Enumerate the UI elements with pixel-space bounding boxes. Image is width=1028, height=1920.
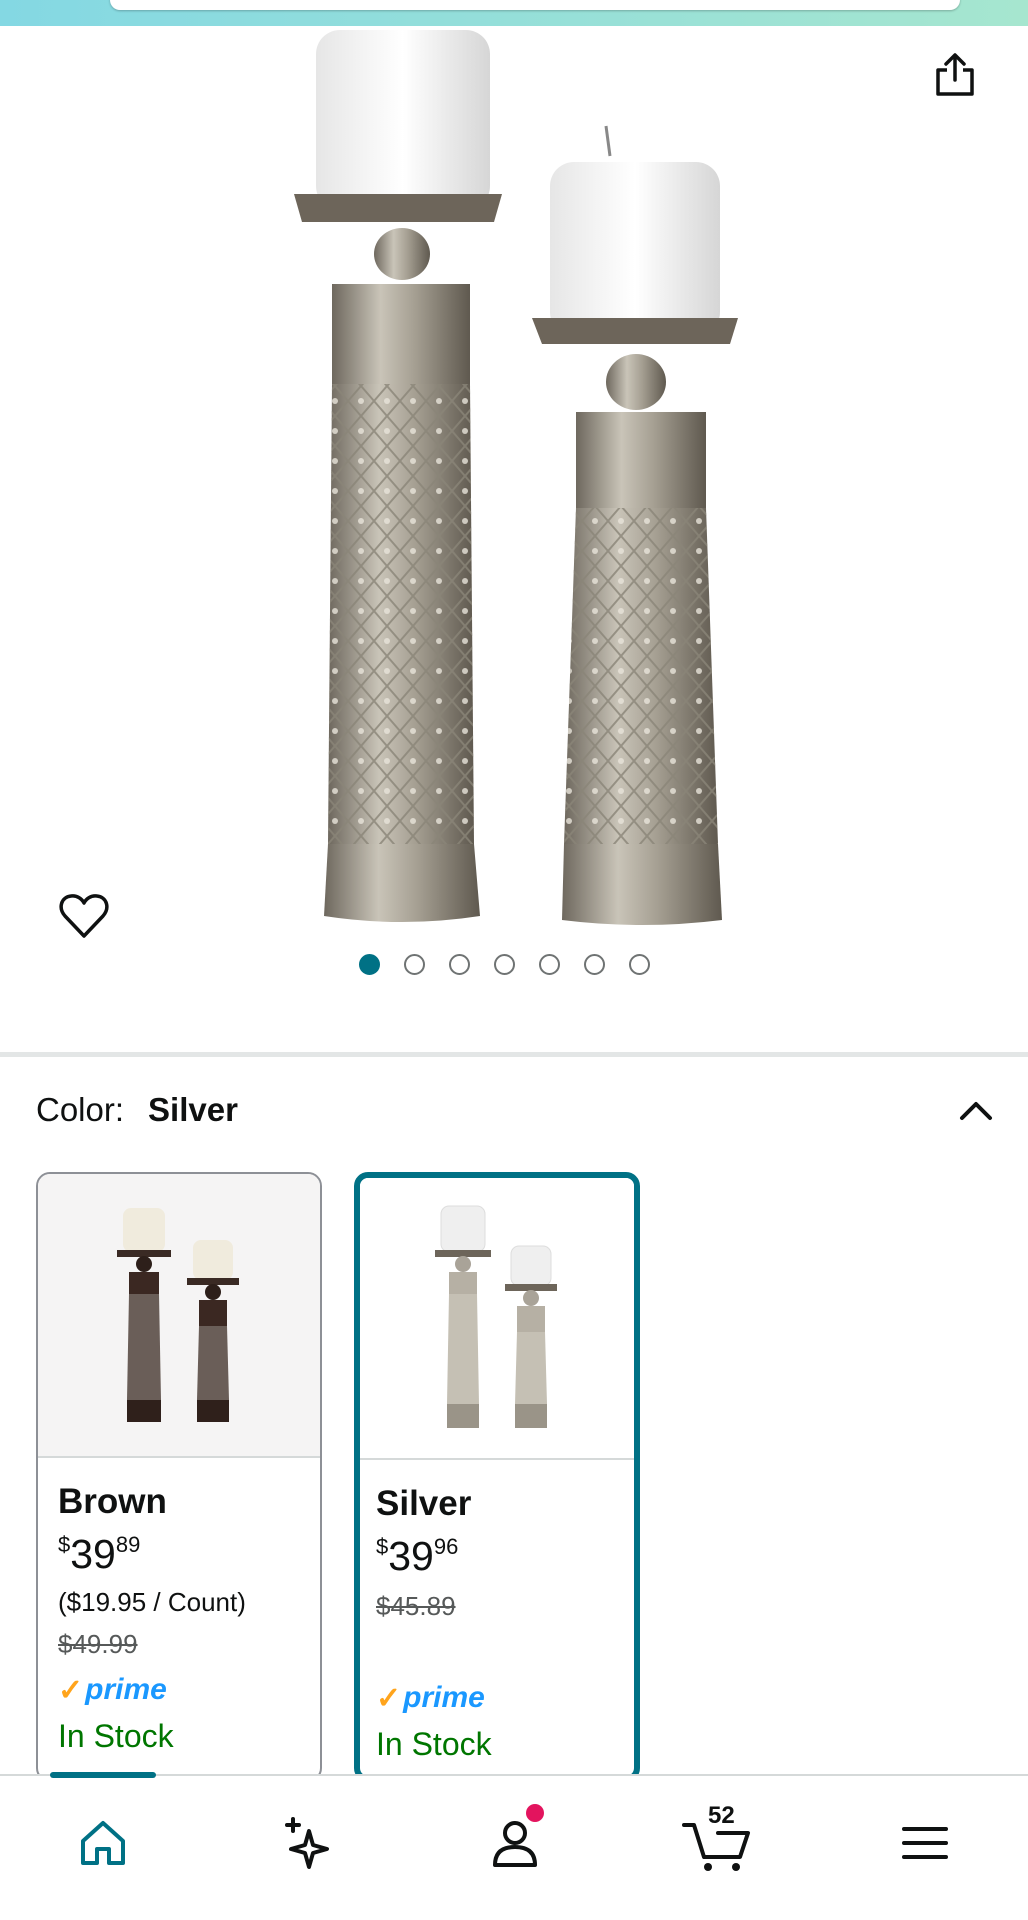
variant-name: Silver [376,1484,472,1523]
variant-price: $ 39 89 [58,1530,300,1578]
price-symbol: $ [58,1532,71,1557]
page-dot[interactable] [628,954,650,975]
page-dot[interactable] [538,954,560,975]
swatch-image [38,1174,320,1458]
menu-icon [902,1827,948,1859]
price-whole: 39 [70,1531,116,1577]
list-price: $45.89 [376,1591,456,1621]
home-icon [81,1821,125,1865]
color-label: Color: [36,1091,125,1128]
silver-candle-holders-image [435,1205,557,1428]
search-bar[interactable] [110,0,960,10]
nav-account[interactable] [470,1798,560,1888]
prime-label: prime [85,1673,167,1706]
prime-check-icon: ✓ [376,1681,402,1715]
active-tab-indicator [50,1772,156,1778]
price-fraction: 96 [433,1534,459,1559]
account-icon [493,1821,537,1867]
product-image[interactable] [270,26,750,946]
price-symbol: $ [376,1534,389,1559]
unit-price: ($19.95 / Count) [58,1587,246,1617]
nav-menu[interactable] [880,1798,970,1888]
cart-count: 52 [708,1802,735,1829]
prime-check-icon: ✓ [58,1673,84,1707]
color-swatch-silver[interactable]: Silver $ 39 96 $45.89 ✓ prime In Stock [354,1172,640,1782]
nav-home[interactable] [58,1798,148,1888]
share-icon[interactable] [930,50,980,100]
chevron-up-icon[interactable] [956,1092,996,1128]
search-bar-edge [0,0,1028,26]
page-dot[interactable] [448,954,470,975]
availability: In Stock [58,1718,174,1754]
brown-candle-holders-image [117,1208,239,1422]
heart-icon[interactable] [58,891,110,941]
color-swatch-brown[interactable]: Brown $ 39 89 ($19.95 / Count) $49.99 ✓ … [36,1172,322,1782]
selected-color: Silver [148,1091,238,1128]
availability: In Stock [376,1726,492,1762]
nav-rufus[interactable] [262,1798,352,1888]
page-dot[interactable] [583,954,605,975]
page-dot[interactable] [358,954,380,975]
color-selector-header: Color: Silver [36,1088,996,1132]
price-fraction: 89 [115,1532,141,1557]
sparkle-icon [285,1817,329,1869]
prime-badge: ✓ prime [58,1672,300,1708]
prime-badge: ✓ prime [376,1680,614,1716]
page-dot[interactable] [403,954,425,975]
product-image-gallery[interactable] [0,26,1028,1026]
section-divider [0,1052,1028,1057]
gallery-pagination[interactable] [0,954,1028,984]
variant-name: Brown [58,1482,167,1521]
price-whole: 39 [388,1533,434,1579]
swatch-image [360,1178,634,1460]
bottom-navigation: 52 [0,1772,1028,1920]
prime-label: prime [403,1681,485,1714]
list-price: $49.99 [58,1629,138,1659]
variant-price: $ 39 96 [376,1532,614,1580]
nav-cart[interactable]: 52 [672,1798,762,1888]
notification-dot [526,1804,544,1822]
page-dot[interactable] [493,954,515,975]
